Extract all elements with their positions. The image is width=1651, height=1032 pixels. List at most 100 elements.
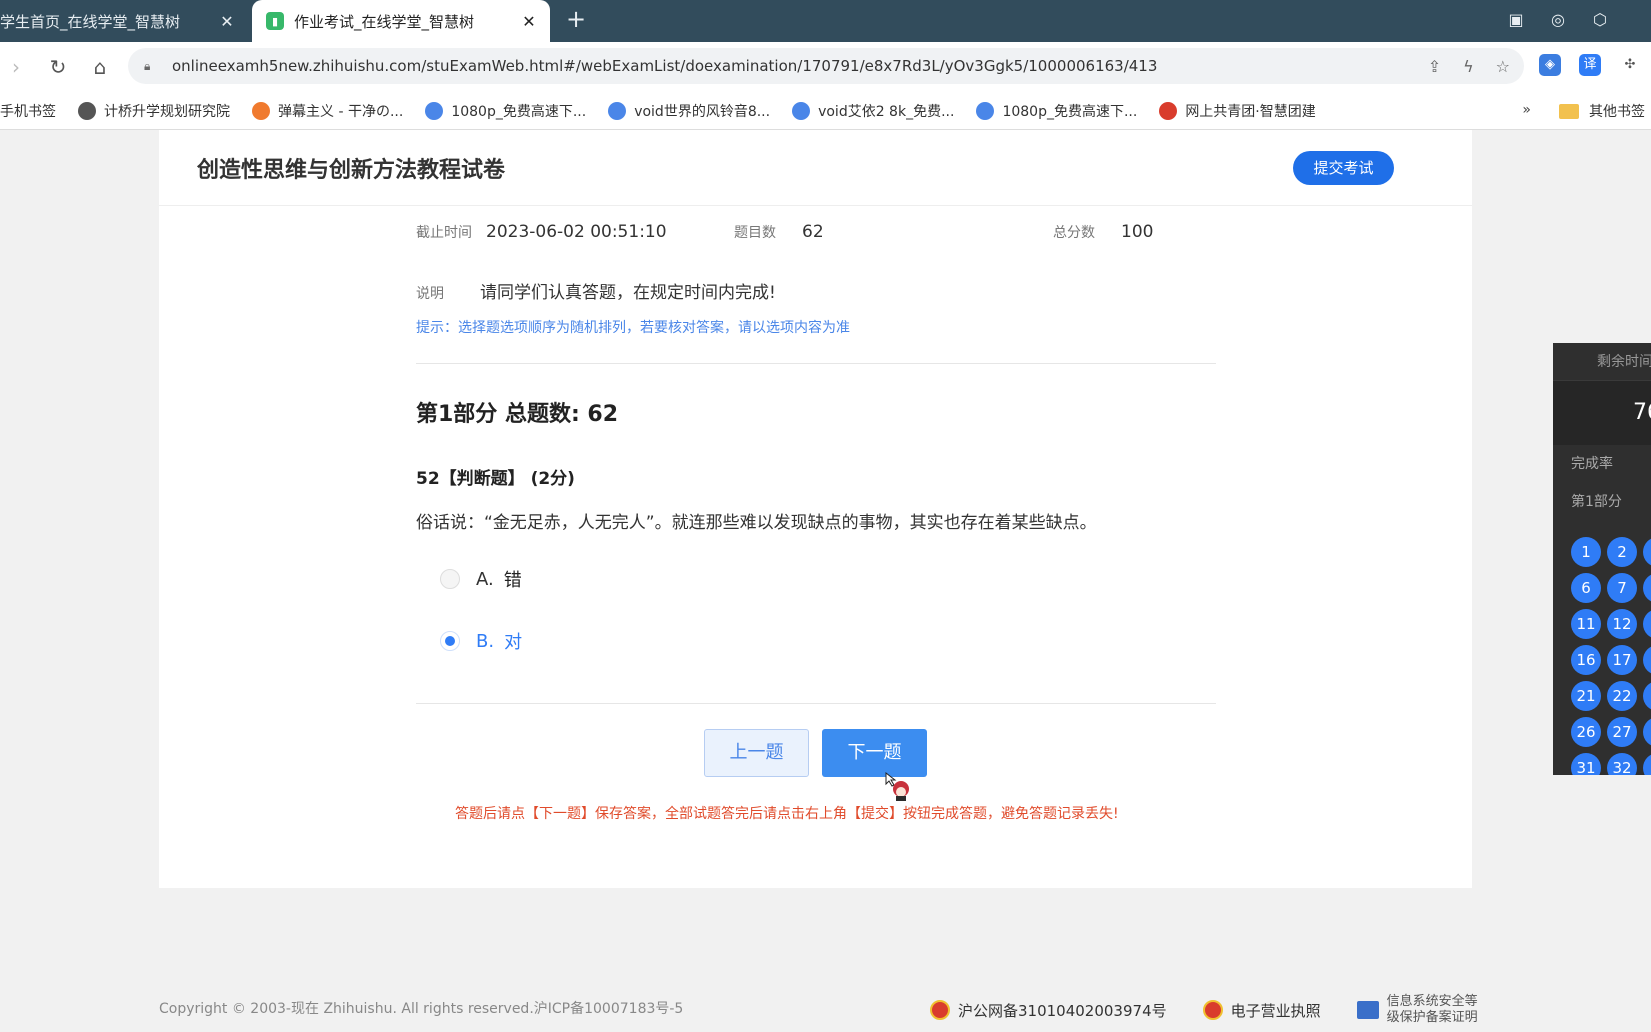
bookmark-label: 网上共青团·智慧团建 [1185, 103, 1316, 120]
security-certificate-text: 信息系统安全等 级保护备案证明 [1387, 994, 1478, 1026]
bookmark-icon [976, 101, 995, 120]
bookmark-item[interactable]: void艾依2 8k_免费... [792, 101, 954, 121]
star-icon[interactable]: ☆ [1496, 57, 1510, 76]
bookmark-item[interactable]: 弹幕主义 - 干净の... [252, 101, 403, 121]
reload-icon[interactable]: ↻ [44, 53, 72, 81]
question-number-button-clipped[interactable] [1643, 537, 1651, 567]
option-text: 对 [504, 632, 523, 653]
option-a[interactable]: A. 错 [440, 566, 522, 592]
bookmark-item[interactable]: 网上共青团·智慧团建 [1159, 101, 1316, 121]
bookmark-label: void世界的风铃音8... [634, 103, 771, 120]
incognito-icon[interactable]: ◎ [1547, 10, 1569, 29]
radio-button-selected[interactable] [440, 631, 460, 651]
previous-question-button[interactable]: 上一题 [704, 729, 809, 777]
url-text: onlineexamh5new.zhihuishu.com/stuExamWeb… [172, 57, 1158, 75]
description-text: 请同学们认真答题，在规定时间内完成! [480, 283, 776, 303]
share-icon[interactable]: ⇪ [1428, 57, 1441, 76]
security-certificate-link[interactable]: 信息系统安全等 级保护备案证明 [1356, 994, 1478, 1026]
bookmark-item[interactable]: void世界的风铃音8... [608, 101, 770, 121]
question-count-label: 题目数 [734, 225, 776, 241]
extension-icons: ◈ 译 ✣ [1539, 54, 1641, 76]
home-icon[interactable]: ⌂ [86, 53, 114, 81]
url-field[interactable]: 🔒︎ onlineexamh5new.zhihuishu.com/stuExam… [128, 48, 1524, 84]
question-number-button[interactable]: 26 [1571, 717, 1601, 747]
bookmark-item[interactable]: 计桥升学规划研究院 [78, 101, 230, 121]
question-number-button[interactable]: 2 [1607, 537, 1637, 567]
security-line-1: 信息系统安全等 [1386, 994, 1478, 1009]
bookmark-item[interactable]: 1080p_免费高速下... [425, 101, 586, 121]
bookmarks-overflow-icon[interactable]: » [1522, 102, 1531, 118]
bookmark-item[interactable]: 1080p_免费高速下... [976, 101, 1137, 121]
question-number-button-clipped[interactable] [1643, 717, 1651, 747]
business-license-link[interactable]: 电子营业执照 [1202, 1000, 1321, 1021]
save-answer-warning: 答题后请点【下一题】保存答案，全部试题答完后请点击右上角【提交】按钮完成答题，避… [455, 806, 1119, 822]
bookmark-label: void艾依2 8k_免费... [818, 103, 955, 120]
question-number-button-clipped[interactable] [1643, 753, 1651, 775]
forward-icon[interactable]: › [2, 53, 30, 81]
question-number-button-clipped[interactable] [1643, 573, 1651, 603]
option-letter: A. [476, 568, 494, 590]
question-number-button[interactable]: 16 [1571, 645, 1601, 675]
divider [416, 703, 1216, 704]
section-title: 第1部分 总题数: 62 [416, 402, 619, 427]
question-number-button[interactable]: 27 [1607, 717, 1637, 747]
submit-exam-button[interactable]: 提交考试 [1293, 151, 1394, 185]
lock-icon: 🔒︎ [144, 58, 151, 73]
bookmark-icon [792, 101, 811, 120]
certificate-icon [1356, 1001, 1379, 1019]
extensions-icon[interactable]: ⬡ [1589, 10, 1611, 29]
question-number-button[interactable]: 6 [1571, 573, 1601, 603]
close-icon[interactable]: ✕ [216, 12, 238, 31]
lightning-icon[interactable]: ϟ [1463, 57, 1474, 76]
question-number-button-clipped[interactable] [1643, 681, 1651, 711]
copyright-text: Copyright © 2003-现在 Zhihuishu. All right… [159, 1001, 684, 1017]
total-score-value: 100 [1121, 222, 1154, 242]
question-number-button[interactable]: 31 [1571, 753, 1601, 775]
completion-rate-label: 完成率 [1571, 456, 1613, 472]
bookmark-item[interactable]: 手机书签 [0, 101, 56, 121]
total-score-label: 总分数 [1053, 225, 1095, 241]
address-bar-row: › ↻ ⌂ 🔒︎ onlineexamh5new.zhihuishu.com/s… [0, 42, 1651, 92]
shield-extension-icon[interactable]: ◈ [1539, 54, 1561, 76]
question-number-button[interactable]: 11 [1571, 609, 1601, 639]
next-question-button[interactable]: 下一题 [822, 729, 927, 777]
question-number-button[interactable]: 32 [1607, 753, 1637, 775]
police-emblem-icon [930, 1000, 950, 1020]
question-number-button[interactable]: 17 [1607, 645, 1637, 675]
option-text: 错 [503, 570, 522, 591]
tab-count-icon[interactable]: ▣ [1505, 10, 1527, 29]
part-label: 第1部分 [1571, 494, 1622, 510]
new-tab-icon[interactable]: + [564, 7, 588, 32]
close-icon[interactable]: ✕ [518, 12, 540, 31]
question-number-button-clipped[interactable] [1643, 609, 1651, 639]
question-text: 俗话说：“金无足赤，人无完人”。就连那些难以发现缺点的事物，其实也存在着某些缺点… [416, 513, 1097, 533]
question-count-value: 62 [802, 222, 824, 242]
tab-exam[interactable]: ▮ 作业考试_在线学堂_智慧树 ✕ [252, 0, 550, 42]
puzzle-icon[interactable]: ✣ [1619, 54, 1641, 76]
question-number-button-clipped[interactable] [1643, 645, 1651, 675]
translate-icon[interactable]: 译 [1579, 54, 1601, 76]
bookmark-label: 计桥升学规划研究院 [104, 103, 230, 120]
question-header: 52【判断题】 (2分) [416, 469, 575, 489]
footer-links: 沪公网备31010402003974号 电子营业执照 信息系统安全等 级保护备案… [930, 994, 1514, 1026]
radio-button[interactable] [440, 569, 460, 589]
tab-title: 作业考试_在线学堂_智慧树 [294, 12, 475, 31]
question-number-button[interactable]: 22 [1607, 681, 1637, 711]
tab-student-home[interactable]: 学生首页_在线学堂_智慧树 ✕ [0, 0, 248, 42]
other-bookmarks[interactable]: 其他书签 [1559, 92, 1651, 130]
option-b[interactable]: B. 对 [440, 628, 522, 654]
bookmark-icon [1159, 101, 1178, 120]
bookmark-icon [78, 101, 96, 120]
bookmark-label: 手机书签 [0, 103, 56, 120]
exam-description: 说明 请同学们认真答题，在规定时间内完成! [416, 278, 776, 303]
zhihuishu-favicon-icon: ▮ [266, 12, 284, 30]
security-line-2: 级保护备案证明 [1386, 1010, 1478, 1025]
question-number-button[interactable]: 21 [1571, 681, 1601, 711]
total-score-info: 总分数 100 [1053, 222, 1153, 242]
police-record-link[interactable]: 沪公网备31010402003974号 [930, 1000, 1167, 1021]
question-number-button[interactable]: 1 [1571, 537, 1601, 567]
window-controls: ▣ ◎ ⬡ [1505, 10, 1651, 29]
question-number-button[interactable]: 7 [1607, 573, 1637, 603]
license-emblem-icon [1202, 1000, 1223, 1020]
question-number-button[interactable]: 12 [1607, 609, 1637, 639]
